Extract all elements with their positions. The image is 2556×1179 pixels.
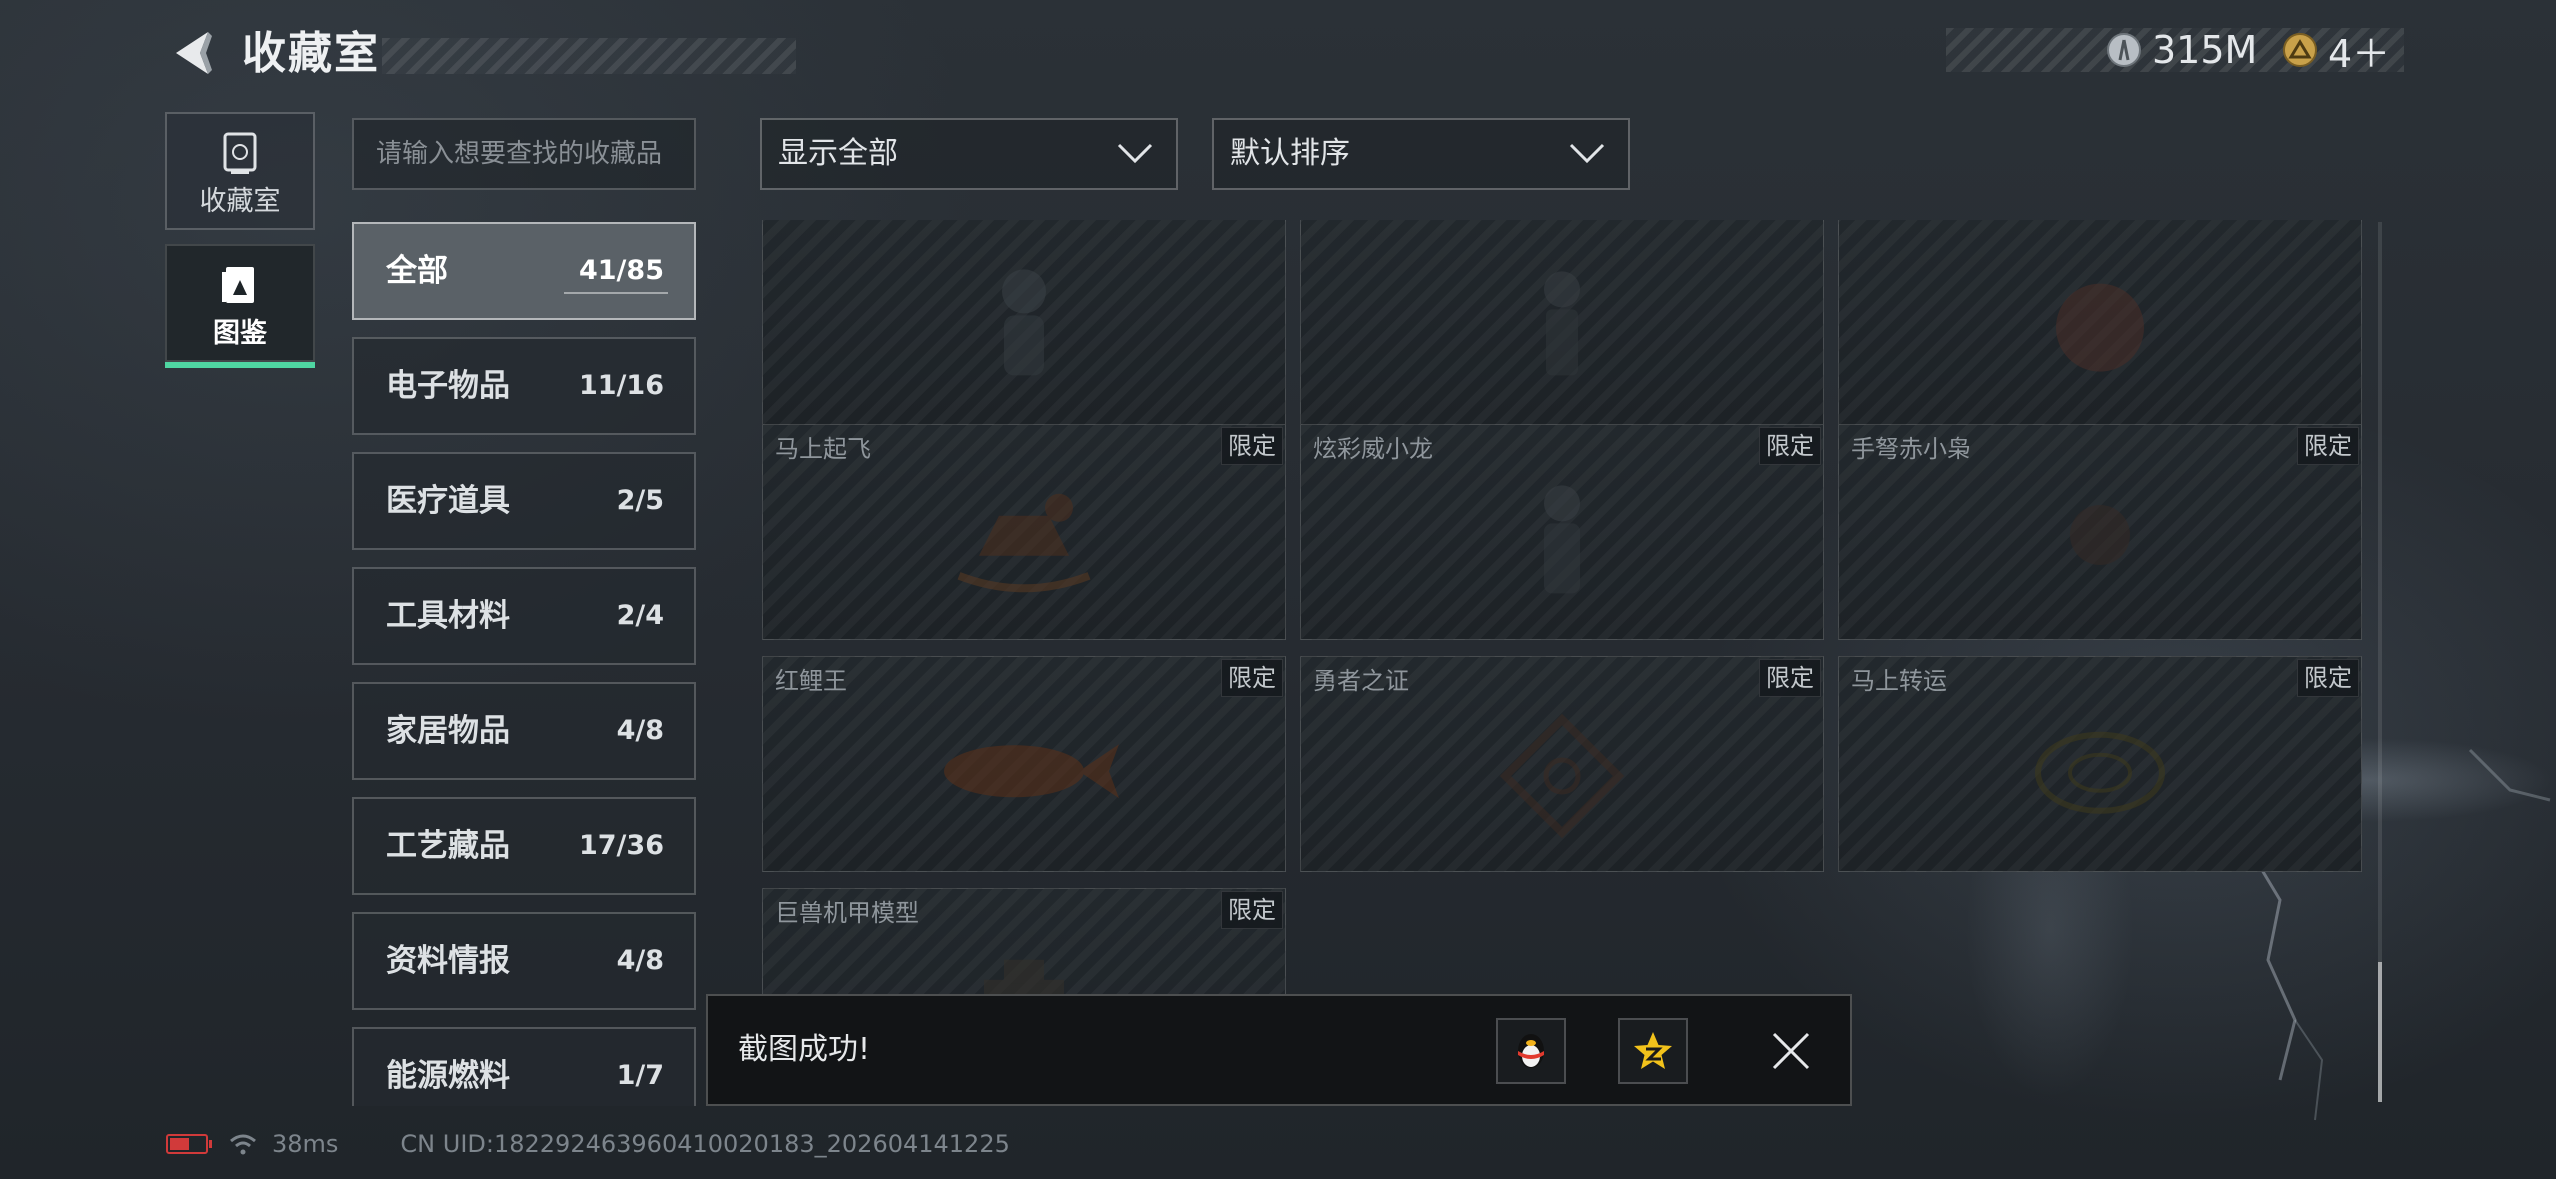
category-list: 全部 41/85 电子物品 11/16 医疗道具 2/5 工具材料 2/4 家居… xyxy=(352,222,698,1106)
item-name: 马上起飞 xyxy=(775,435,871,463)
rocking-horse-icon xyxy=(957,493,1091,593)
ping-value: 38ms xyxy=(272,1130,339,1158)
rail-codex-button[interactable]: 图鉴 xyxy=(165,244,315,368)
count-underline xyxy=(564,292,668,294)
category-count: 1/7 xyxy=(616,1060,664,1091)
gold-amount: 4＋ xyxy=(2328,31,2391,76)
item-name: 炫彩威小龙 xyxy=(1313,435,1433,463)
silver-coin-icon xyxy=(2107,33,2141,67)
category-count: 4/8 xyxy=(616,715,664,746)
sort-dropdown[interactable]: 默认排序 xyxy=(1212,118,1630,190)
filter-dropdown[interactable]: 显示全部 xyxy=(760,118,1178,190)
category-item-tools[interactable]: 工具材料 2/4 xyxy=(352,567,696,665)
fruit-icon xyxy=(2056,283,2144,372)
silver-amount: 315M xyxy=(2152,28,2258,72)
dragon-figure-icon xyxy=(1544,485,1580,594)
category-name: 医疗道具 xyxy=(386,483,510,519)
category-name: 资料情报 xyxy=(386,943,510,979)
item-card[interactable] xyxy=(1300,220,1824,426)
medal-icon xyxy=(1499,713,1625,839)
item-name: 马上转运 xyxy=(1851,667,1947,695)
active-indicator xyxy=(165,362,315,368)
category-item-household[interactable]: 家居物品 4/8 xyxy=(352,682,696,780)
qzone-star-icon xyxy=(1634,1032,1672,1069)
rail-collection-button[interactable]: 收藏室 xyxy=(165,112,315,230)
category-name: 能源燃料 xyxy=(386,1058,510,1094)
title-decoration xyxy=(382,38,796,74)
battery-low-icon xyxy=(166,1134,212,1154)
header-bar: 收藏室 xyxy=(160,22,796,86)
close-icon[interactable] xyxy=(1766,1026,1816,1076)
item-card[interactable]: 手弩赤小枭 限定 xyxy=(1838,424,2362,640)
category-item-energy[interactable]: 能源燃料 1/7 xyxy=(352,1027,696,1106)
grid-scrollbar[interactable] xyxy=(2378,222,2382,1102)
category-count: 41/85 xyxy=(578,255,664,286)
item-card[interactable]: 红鲤王 限定 xyxy=(762,656,1286,872)
category-count: 11/16 xyxy=(578,370,664,401)
category-item-electronics[interactable]: 电子物品 11/16 xyxy=(352,337,696,435)
trophy-case-icon xyxy=(223,132,257,174)
category-item-all[interactable]: 全部 41/85 xyxy=(352,222,696,320)
category-item-intel[interactable]: 资料情报 4/8 xyxy=(352,912,696,1010)
limited-badge: 限定 xyxy=(2297,427,2359,465)
category-count: 2/5 xyxy=(616,485,664,516)
chevron-down-icon xyxy=(1569,143,1605,164)
category-name: 工具材料 xyxy=(386,598,510,634)
limited-badge: 限定 xyxy=(1759,427,1821,465)
battery-fill xyxy=(170,1138,189,1150)
fortune-wheel-icon xyxy=(2035,731,2165,814)
category-name: 家居物品 xyxy=(386,713,510,749)
collection-screen: 收藏室 315M 4＋ 收藏室 图鉴 请输入想要查找的收藏品 显示全部 默认排序… xyxy=(0,0,2556,1179)
item-card[interactable] xyxy=(762,220,1286,426)
item-card[interactable]: 勇者之证 限定 xyxy=(1300,656,1824,872)
item-grid: 马上起飞 限定 炫彩威小龙 限定 手弩赤小枭 限定 红鲤王 限定 勇者之证 限定… xyxy=(760,220,2370,1106)
chevron-down-icon xyxy=(1117,143,1153,164)
wifi-icon xyxy=(230,1134,256,1155)
gold-coin-icon xyxy=(2283,33,2317,67)
scroll-thumb[interactable] xyxy=(2378,962,2382,1102)
figurine-icon xyxy=(1544,271,1580,376)
rail-collection-label: 收藏室 xyxy=(199,186,281,217)
qq-penguin-icon xyxy=(1518,1034,1544,1068)
item-name: 手弩赤小枭 xyxy=(1851,435,1971,463)
category-item-medical[interactable]: 医疗道具 2/5 xyxy=(352,452,696,550)
screenshot-toast: 截图成功! xyxy=(706,994,1852,1106)
item-card[interactable]: 马上转运 限定 xyxy=(1838,656,2362,872)
category-name: 电子物品 xyxy=(386,368,510,404)
owl-figure-icon xyxy=(2070,505,2130,565)
limited-badge: 限定 xyxy=(1221,659,1283,697)
limited-badge: 限定 xyxy=(1221,891,1283,929)
limited-badge: 限定 xyxy=(2297,659,2359,697)
limited-badge: 限定 xyxy=(1759,659,1821,697)
page-title: 收藏室 xyxy=(242,28,380,79)
gold-currency: 4＋ xyxy=(2282,24,2390,76)
uid-text: CN UID:18229246396041002018​3_2026041412… xyxy=(400,1130,1010,1158)
item-name: 红鲤王 xyxy=(775,667,847,695)
item-name: 勇者之证 xyxy=(1313,667,1409,695)
status-bar: 38ms CN UID:18229246396041002018​3_20260… xyxy=(166,1124,1010,1164)
filter-dropdown-value: 显示全部 xyxy=(778,136,898,171)
item-card[interactable]: 炫彩威小龙 限定 xyxy=(1300,424,1824,640)
category-count: 17/36 xyxy=(578,830,664,861)
carp-icon xyxy=(944,744,1119,799)
codex-book-icon xyxy=(222,267,254,303)
category-name: 工艺藏品 xyxy=(386,828,510,864)
item-name: 巨兽机甲模型 xyxy=(775,899,919,927)
category-name: 全部 xyxy=(386,253,448,289)
limited-badge: 限定 xyxy=(1221,427,1283,465)
silver-currency: 315M xyxy=(2106,24,2257,76)
category-count: 2/4 xyxy=(616,600,664,631)
category-item-crafts[interactable]: 工艺藏品 17/36 xyxy=(352,797,696,895)
share-qzone-button[interactable] xyxy=(1618,1018,1688,1084)
search-input[interactable] xyxy=(352,118,696,190)
category-count: 4/8 xyxy=(616,945,664,976)
back-arrow-icon[interactable] xyxy=(166,26,220,80)
item-card[interactable]: 马上起飞 限定 xyxy=(762,424,1286,640)
sort-dropdown-value: 默认排序 xyxy=(1230,136,1350,171)
toast-message: 截图成功! xyxy=(738,1032,871,1067)
share-qq-button[interactable] xyxy=(1496,1018,1566,1084)
rail-codex-label: 图鉴 xyxy=(213,318,267,349)
item-card[interactable] xyxy=(1838,220,2362,426)
figurine-icon xyxy=(1002,269,1046,376)
